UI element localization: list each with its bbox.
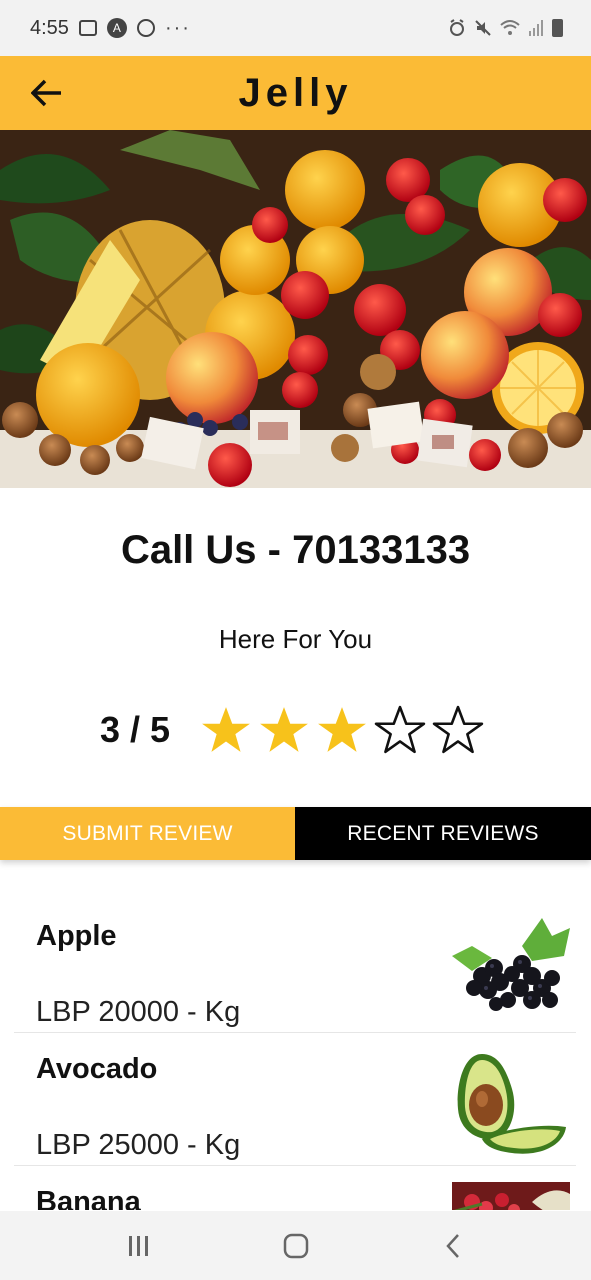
fruit-assortment-image — [0, 130, 591, 488]
list-item[interactable]: Avocado LBP 25000 - Kg — [14, 1033, 576, 1166]
wifi-icon — [500, 20, 520, 35]
battery-icon — [552, 19, 563, 37]
status-bar: 4:55 A ··· — [0, 0, 591, 56]
signal-icon — [529, 20, 543, 36]
a-badge-icon: A — [106, 18, 127, 38]
mute-icon — [475, 20, 491, 36]
product-price: LBP 20000 - Kg — [36, 996, 241, 1028]
star-filled-icon[interactable] — [258, 705, 310, 755]
rating-row: 3 / 5 — [100, 700, 484, 760]
product-price: LBP 25000 - Kg — [36, 1129, 241, 1161]
page-title: Jelly — [238, 70, 353, 115]
star-filled-icon[interactable] — [316, 705, 368, 755]
alarm-icon — [450, 19, 464, 36]
list-item[interactable]: Apple LBP 20000 - Kg — [14, 900, 576, 1033]
star-empty-icon[interactable] — [374, 705, 426, 755]
submit-review-tab[interactable]: SUBMIT REVIEW — [0, 807, 295, 860]
recents-button[interactable] — [109, 1221, 169, 1271]
recents-icon — [128, 1235, 148, 1256]
product-list: Apple LBP 20000 - Kg Avocado LBP 25000 -… — [0, 900, 591, 1210]
app-bar: Jelly — [0, 56, 591, 130]
tagline: Here For You — [218, 624, 373, 654]
product-name: Banana — [36, 1186, 141, 1210]
list-item[interactable]: Banana — [14, 1166, 576, 1210]
blackberries-image — [452, 918, 570, 1011]
system-back-button[interactable] — [423, 1221, 483, 1271]
hero-image — [0, 130, 591, 488]
star-rating[interactable] — [200, 705, 484, 755]
back-chevron-icon — [445, 1233, 459, 1258]
avocado-image — [457, 1054, 566, 1154]
arrow-left-icon — [31, 79, 61, 107]
star-filled-icon[interactable] — [200, 705, 252, 755]
review-tabs: SUBMIT REVIEW RECENT REVIEWS — [0, 807, 591, 860]
rating-text: 3 / 5 — [100, 709, 171, 750]
recent-reviews-tab[interactable]: RECENT REVIEWS — [295, 807, 591, 860]
fruits-image — [452, 1182, 570, 1210]
whatsapp-icon — [136, 19, 155, 37]
status-time: 4:55 — [30, 16, 69, 39]
home-button[interactable] — [266, 1221, 326, 1271]
back-button[interactable] — [24, 70, 70, 116]
product-name: Avocado — [36, 1053, 158, 1085]
more-notifications-icon: ··· — [164, 16, 191, 39]
home-icon — [283, 1233, 308, 1258]
call-us-text[interactable]: Call Us - 70133133 — [0, 528, 591, 573]
system-nav-bar — [0, 1211, 591, 1280]
product-name: Apple — [36, 920, 117, 952]
star-empty-icon[interactable] — [432, 705, 484, 755]
gallery-icon — [78, 20, 97, 36]
